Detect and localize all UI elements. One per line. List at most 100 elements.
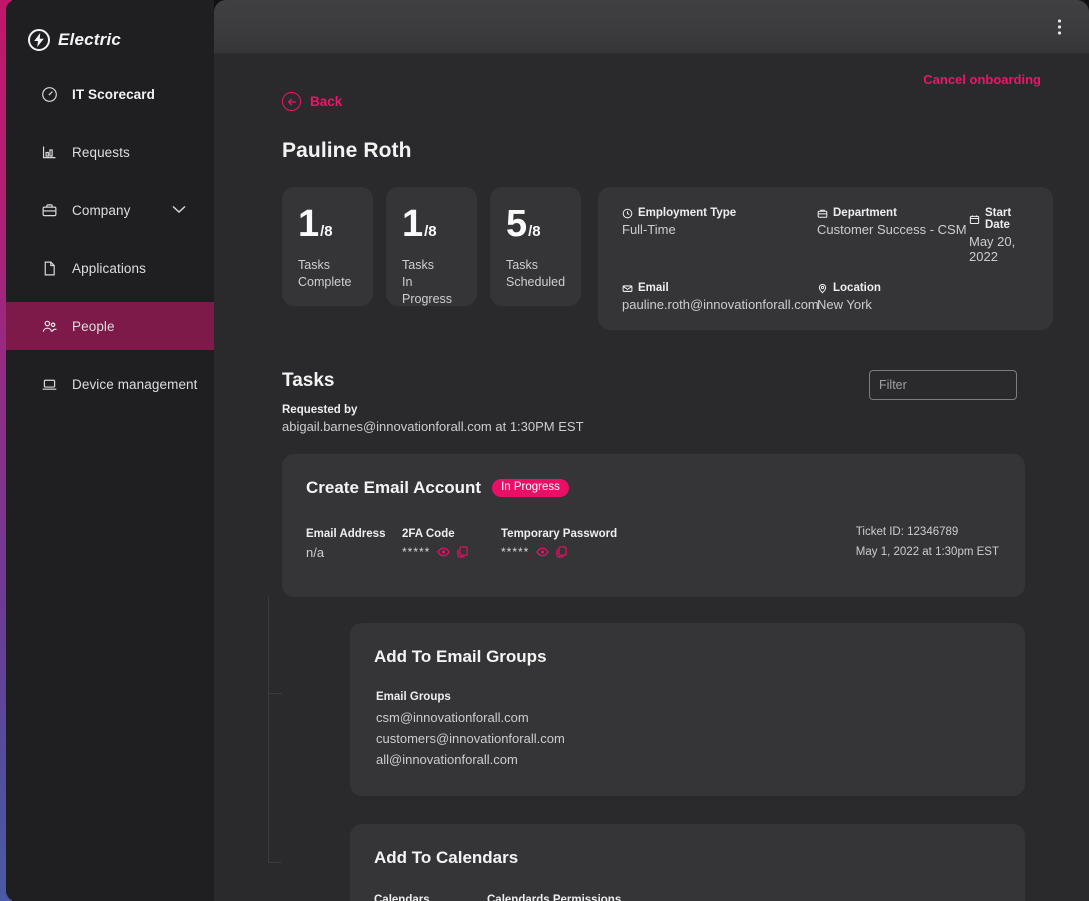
arrow-left-circle-icon xyxy=(282,92,301,111)
field-label: Temporary Password xyxy=(501,528,617,540)
field-department: Department Customer Success - CSM xyxy=(817,207,969,264)
stat-label-line1: Tasks xyxy=(506,257,567,274)
ticket-date: May 1, 2022 at 1:30pm EST xyxy=(856,542,999,562)
top-bar xyxy=(214,0,1089,54)
task-card-add-to-email-groups[interactable]: Add To Email Groups Email Groups csm@inn… xyxy=(350,623,1025,796)
task-card-add-to-calendars[interactable]: Add To Calendars Calendars Company Event… xyxy=(350,824,1025,901)
stat-denominator: /8 xyxy=(320,223,333,240)
stat-card-tasks-complete: 1 /8 Tasks Complete xyxy=(282,187,373,306)
sidebar-item-company[interactable]: Company xyxy=(6,186,214,234)
task-field-calendars: Calendars Company Events xyxy=(374,894,487,901)
tasks-header: Tasks Requested by abigail.barnes@innova… xyxy=(214,330,1065,434)
task-field-email-address: Email Address n/a xyxy=(306,528,402,560)
kebab-menu-icon[interactable] xyxy=(1054,15,1065,38)
copy-icon[interactable] xyxy=(457,546,468,558)
page-title: Pauline Roth xyxy=(214,111,1065,163)
task-field-calendar-permissions: Calendards Permissions View all event de… xyxy=(487,894,621,901)
pin-icon xyxy=(817,283,828,294)
status-badge: In Progress xyxy=(492,479,569,498)
tree-connector-vertical xyxy=(268,597,269,862)
field-value: n/a xyxy=(306,545,402,560)
field-value: Full-Time xyxy=(622,222,817,237)
task-card-title: Add To Calendars xyxy=(374,848,518,868)
field-value: May 20, 2022 xyxy=(969,234,1031,264)
laptop-icon xyxy=(40,375,58,393)
field-label: Email xyxy=(638,282,669,294)
stat-value: 1 xyxy=(298,205,319,243)
field-label: Calendars xyxy=(374,894,430,901)
field-label: Employment Type xyxy=(638,207,736,219)
brand-logo[interactable]: Electric xyxy=(6,0,214,62)
back-button[interactable]: Back xyxy=(214,54,342,111)
bar-chart-icon xyxy=(40,143,58,161)
stat-card-tasks-in-progress: 1 /8 Tasks In Progress xyxy=(386,187,477,306)
masked-value: ***** xyxy=(501,545,529,559)
requested-by-label: Requested by xyxy=(282,404,1065,416)
sidebar-item-people[interactable]: People xyxy=(6,302,214,350)
masked-value: ***** xyxy=(402,545,430,559)
tree-connector-branch-2 xyxy=(268,862,282,863)
electric-bolt-icon xyxy=(28,29,50,51)
sidebar-nav: IT Scorecard Requests Company xyxy=(6,70,214,408)
task-field-temporary-password: Temporary Password ***** xyxy=(501,528,617,560)
speedometer-icon xyxy=(40,85,58,103)
people-icon xyxy=(40,317,58,335)
field-location: Location New York xyxy=(817,282,969,312)
field-start-date: Start Date May 20, 2022 xyxy=(969,207,1031,264)
document-icon xyxy=(40,259,58,277)
sidebar-item-label: Requests xyxy=(72,145,130,160)
calendar-icon xyxy=(969,214,980,225)
app-root: Electric IT Scorecard Requests xyxy=(0,0,1089,901)
clock-icon xyxy=(622,208,633,219)
ticket-id: Ticket ID: 12346789 xyxy=(856,522,999,542)
field-label: Start Date xyxy=(985,207,1031,231)
field-label: Location xyxy=(833,282,881,294)
task-card-title: Create Email Account xyxy=(306,478,481,498)
stat-denominator: /8 xyxy=(528,223,541,240)
sidebar-item-label: Company xyxy=(72,203,130,218)
field-label: Email Groups xyxy=(376,691,451,703)
main-panel: Cancel onboarding Back Pauline Roth 1 /8 xyxy=(214,0,1089,901)
employee-info-card: Employment Type Full-Time Department xyxy=(598,187,1053,330)
stat-card-tasks-scheduled: 5 /8 Tasks Scheduled xyxy=(490,187,581,306)
sidebar-item-label: People xyxy=(72,319,115,334)
stat-label-line2: Complete xyxy=(298,274,359,291)
summary-row: 1 /8 Tasks Complete 1 /8 Tasks xyxy=(214,163,1065,330)
sidebar-item-label: Applications xyxy=(72,261,146,276)
filter-input[interactable] xyxy=(869,370,1017,400)
brand-name: Electric xyxy=(58,30,121,50)
chevron-down-icon[interactable] xyxy=(172,201,186,219)
copy-icon[interactable] xyxy=(556,546,567,558)
back-button-label: Back xyxy=(310,94,342,109)
field-value: New York xyxy=(817,297,969,312)
briefcase-icon xyxy=(817,208,828,219)
stat-value: 1 xyxy=(402,205,423,243)
briefcase-icon xyxy=(40,201,58,219)
sidebar-item-requests[interactable]: Requests xyxy=(6,128,214,176)
task-field-2fa-code: 2FA Code ***** xyxy=(402,528,501,560)
sidebar-item-applications[interactable]: Applications xyxy=(6,244,214,292)
field-label: 2FA Code xyxy=(402,528,455,540)
envelope-icon xyxy=(622,283,633,294)
sidebar-item-it-scorecard[interactable]: IT Scorecard xyxy=(6,70,214,118)
field-value: Customer Success - CSM xyxy=(817,222,969,237)
eye-icon[interactable] xyxy=(437,547,450,557)
page-content: Cancel onboarding Back Pauline Roth 1 /8 xyxy=(214,54,1089,901)
stat-label-line1: Tasks xyxy=(402,257,463,274)
eye-icon[interactable] xyxy=(536,547,549,557)
sidebar: Electric IT Scorecard Requests xyxy=(6,0,214,901)
tree-connector-branch-1 xyxy=(268,693,282,694)
email-group-item: all@innovationforall.com xyxy=(376,749,999,770)
sidebar-item-label: Device management xyxy=(72,377,198,392)
email-group-item: csm@innovationforall.com xyxy=(376,707,999,728)
field-employment-type: Employment Type Full-Time xyxy=(622,207,817,264)
field-spacer xyxy=(969,282,1031,312)
task-card-create-email-account[interactable]: Create Email Account In Progress Email A… xyxy=(282,454,1025,597)
stat-label-line2: Scheduled xyxy=(506,274,567,291)
field-label: Calendards Permissions xyxy=(487,894,621,901)
sidebar-item-device-management[interactable]: Device management xyxy=(6,360,214,408)
task-list: Create Email Account In Progress Email A… xyxy=(214,454,1065,901)
email-group-item: customers@innovationforall.com xyxy=(376,728,999,749)
cancel-onboarding-button[interactable]: Cancel onboarding xyxy=(923,72,1041,87)
sidebar-item-label: IT Scorecard xyxy=(72,87,155,102)
